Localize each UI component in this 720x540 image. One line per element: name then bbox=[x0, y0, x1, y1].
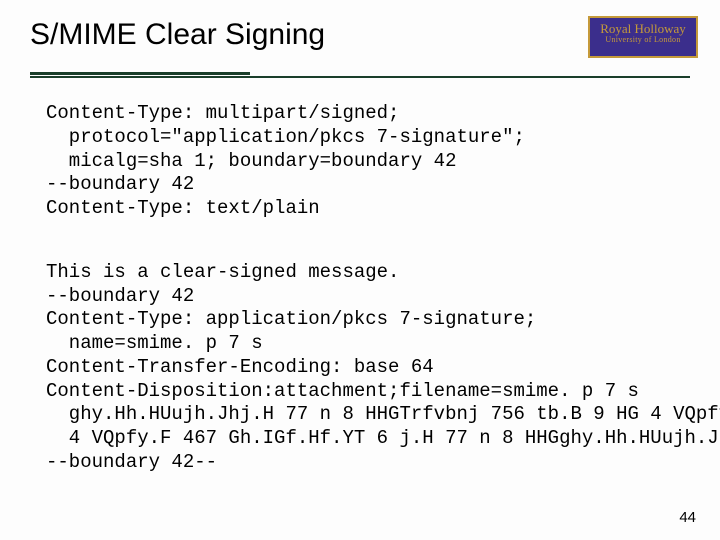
code-block-2: This is a clear-signed message. --bounda… bbox=[0, 243, 720, 475]
logo-line2: University of London bbox=[590, 36, 696, 45]
institution-logo: Royal Holloway University of London bbox=[588, 16, 698, 58]
rule-main bbox=[30, 76, 690, 78]
logo-line1: Royal Holloway bbox=[590, 22, 696, 36]
code-block-1: Content-Type: multipart/signed; protocol… bbox=[0, 84, 720, 221]
slide: S/MIME Clear Signing Royal Holloway Univ… bbox=[0, 0, 720, 540]
header: S/MIME Clear Signing Royal Holloway Univ… bbox=[0, 0, 720, 72]
rule-accent bbox=[30, 72, 250, 75]
page-number: 44 bbox=[679, 509, 696, 526]
header-rule bbox=[30, 72, 690, 84]
